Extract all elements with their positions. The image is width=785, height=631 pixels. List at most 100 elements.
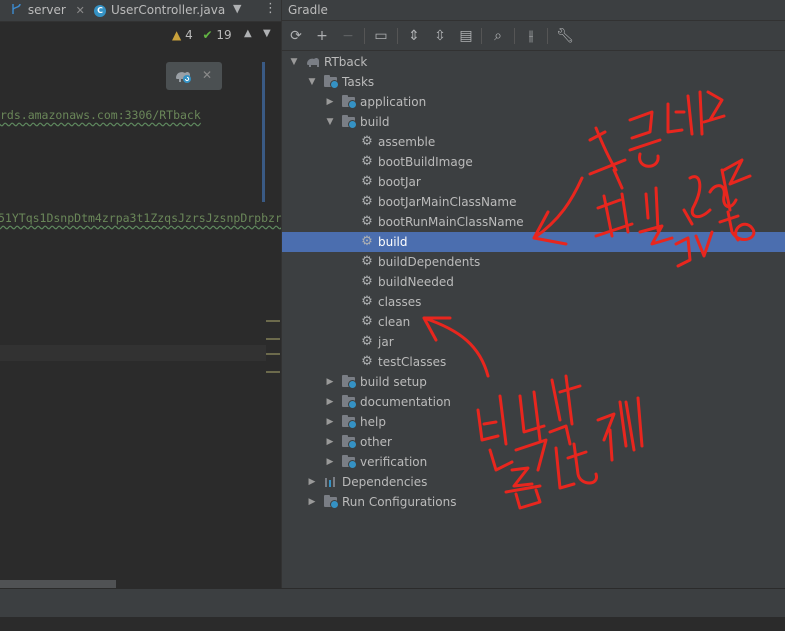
editor-tab-bar: server ✕ C UserController.java ▼ ⋮ [0,0,281,22]
minus-icon[interactable]: − [338,26,358,46]
gradle-reload-icon[interactable] [174,68,192,84]
git-branch-icon [10,1,24,21]
task-folder-icon [342,435,357,449]
chevron-right-icon[interactable]: ▶ [324,412,336,432]
tree-label: verification [360,455,428,469]
tree-node-application[interactable]: ▶ application [282,92,785,112]
chevron-right-icon[interactable]: ▶ [324,92,336,112]
task-label: bootJarMainClassName [378,195,517,209]
editor-horizontal-scrollbar[interactable] [0,580,116,588]
tree-label: Tasks [342,75,375,89]
toolbar-separator [514,28,515,44]
task-testclasses[interactable]: ⚙ testClasses [282,352,785,372]
task-label: testClasses [378,355,447,369]
run-config-folder-icon [324,495,339,509]
task-bootjar[interactable]: ⚙ bootJar [282,172,785,192]
chevron-right-icon[interactable]: ▶ [324,452,336,472]
code-editor[interactable]: server ✕ C UserController.java ▼ ⋮ ▲ 4 ✔ … [0,0,281,588]
task-label: assemble [378,135,436,149]
expand-all-icon[interactable]: ⇕ [404,26,424,46]
chevron-right-icon[interactable]: ▶ [306,472,318,492]
chevron-right-icon[interactable]: ▶ [324,432,336,452]
load-gradle-changes-popup[interactable]: ✕ [166,62,222,90]
chevron-right-icon[interactable]: ▶ [324,392,336,412]
more-options-icon[interactable]: ⋮ [264,1,277,16]
task-label: clean [378,315,411,329]
gear-icon: ⚙ [361,334,373,349]
gradle-tool-window: Gradle ⟳ + − ▭ ⇕ ⇳ ▤ ⌕ ⫲ 🔧︎ ▼ RTback ▼ T… [282,0,785,588]
scroll-marker[interactable] [266,320,280,322]
next-highlight-icon[interactable]: ▼ [263,28,271,39]
group-tasks-icon[interactable]: ▤ [456,26,476,46]
task-assemble[interactable]: ⚙ assemble [282,132,785,152]
task-bootrunmainclassname[interactable]: ⚙ bootRunMainClassName [282,212,785,232]
typo-count: 19 [216,28,232,42]
tree-node-run-configurations[interactable]: ▶ Run Configurations [282,492,785,512]
execute-task-icon[interactable]: ▭ [371,26,391,46]
gear-icon: ⚙ [361,354,373,369]
previous-highlight-icon[interactable]: ▲ [244,28,252,39]
status-bar [0,588,785,618]
task-folder-icon [342,415,357,429]
reload-icon[interactable]: ⟳ [286,26,306,46]
gear-icon: ⚙ [361,234,373,249]
tree-node-build-setup[interactable]: ▶ build setup [282,372,785,392]
gear-icon: ⚙ [361,194,373,209]
task-buildneeded[interactable]: ⚙ buildNeeded [282,272,785,292]
collapse-all-icon[interactable]: ⇳ [430,26,450,46]
tree-node-help[interactable]: ▶ help [282,412,785,432]
tree-node-tasks[interactable]: ▼ Tasks [282,72,785,92]
code-line-secret[interactable]: 51YTqs1DsnpDtm4zrpa3t1ZzqsJzrsJzsnpDrpbz… [0,211,281,225]
tree-node-documentation[interactable]: ▶ documentation [282,392,785,412]
close-icon[interactable]: ✕ [202,68,212,82]
tab-label: UserController.java [111,3,226,17]
task-clean[interactable]: ⚙ clean [282,312,785,332]
task-builddependents[interactable]: ⚙ buildDependents [282,252,785,272]
task-bootjarmainclassname[interactable]: ⚙ bootJarMainClassName [282,192,785,212]
scroll-marker[interactable] [266,353,280,355]
gear-icon: ⚙ [361,174,373,189]
close-icon[interactable]: ✕ [76,4,85,17]
chevron-right-icon[interactable]: ▶ [324,372,336,392]
tree-node-verification[interactable]: ▶ verification [282,452,785,472]
task-classes[interactable]: ⚙ classes [282,292,785,312]
tree-label: help [360,415,386,429]
tree-label: Run Configurations [342,495,457,509]
toggle-offline-icon[interactable]: ⫲ [521,26,541,46]
task-bootbuildimage[interactable]: ⚙ bootBuildImage [282,152,785,172]
bottom-strip [0,617,785,631]
task-label: buildNeeded [378,275,454,289]
warning-count: 4 [185,28,193,42]
gear-icon: ⚙ [361,154,373,169]
toolbar-separator [481,28,482,44]
analyze-dependencies-icon[interactable]: ⌕ [488,26,508,46]
gradle-elephant-icon [306,55,320,69]
tree-node-dependencies[interactable]: ▶ Dependencies [282,472,785,492]
chevron-down-icon[interactable]: ▼ [306,72,318,92]
scroll-marker[interactable] [266,338,280,340]
task-build-selected[interactable]: ⚙ build [282,232,785,252]
settings-wrench-icon[interactable]: 🔧︎ [555,26,575,46]
tree-node-project[interactable]: ▼ RTback [282,52,785,72]
code-line-datasource-url[interactable]: rds.amazonaws.com:3306/RTback [0,108,201,122]
chevron-down-icon[interactable]: ▼ [288,52,300,72]
task-folder-icon [342,375,357,389]
tree-node-other[interactable]: ▶ other [282,432,785,452]
task-jar[interactable]: ⚙ jar [282,332,785,352]
java-class-icon: C [94,4,106,17]
chevron-right-icon[interactable]: ▶ [306,492,318,512]
gear-icon: ⚙ [361,314,373,329]
tab-user-controller[interactable]: C UserController.java [94,0,225,21]
tree-label: build setup [360,375,427,389]
chevron-down-icon[interactable]: ▼ [324,112,336,132]
inspection-widget[interactable]: ▲ 4 ✔ 19 [172,28,232,42]
editor-vertical-scrollbar[interactable] [262,62,265,202]
tree-node-build-group[interactable]: ▼ build [282,112,785,132]
chevron-down-icon[interactable]: ▼ [233,2,241,15]
plus-icon[interactable]: + [312,26,332,46]
scroll-marker[interactable] [266,371,280,373]
task-label: build [378,235,408,249]
gear-icon: ⚙ [361,274,373,289]
tab-server[interactable]: server ✕ [10,0,85,21]
typo-check-icon: ✔ [202,28,213,42]
